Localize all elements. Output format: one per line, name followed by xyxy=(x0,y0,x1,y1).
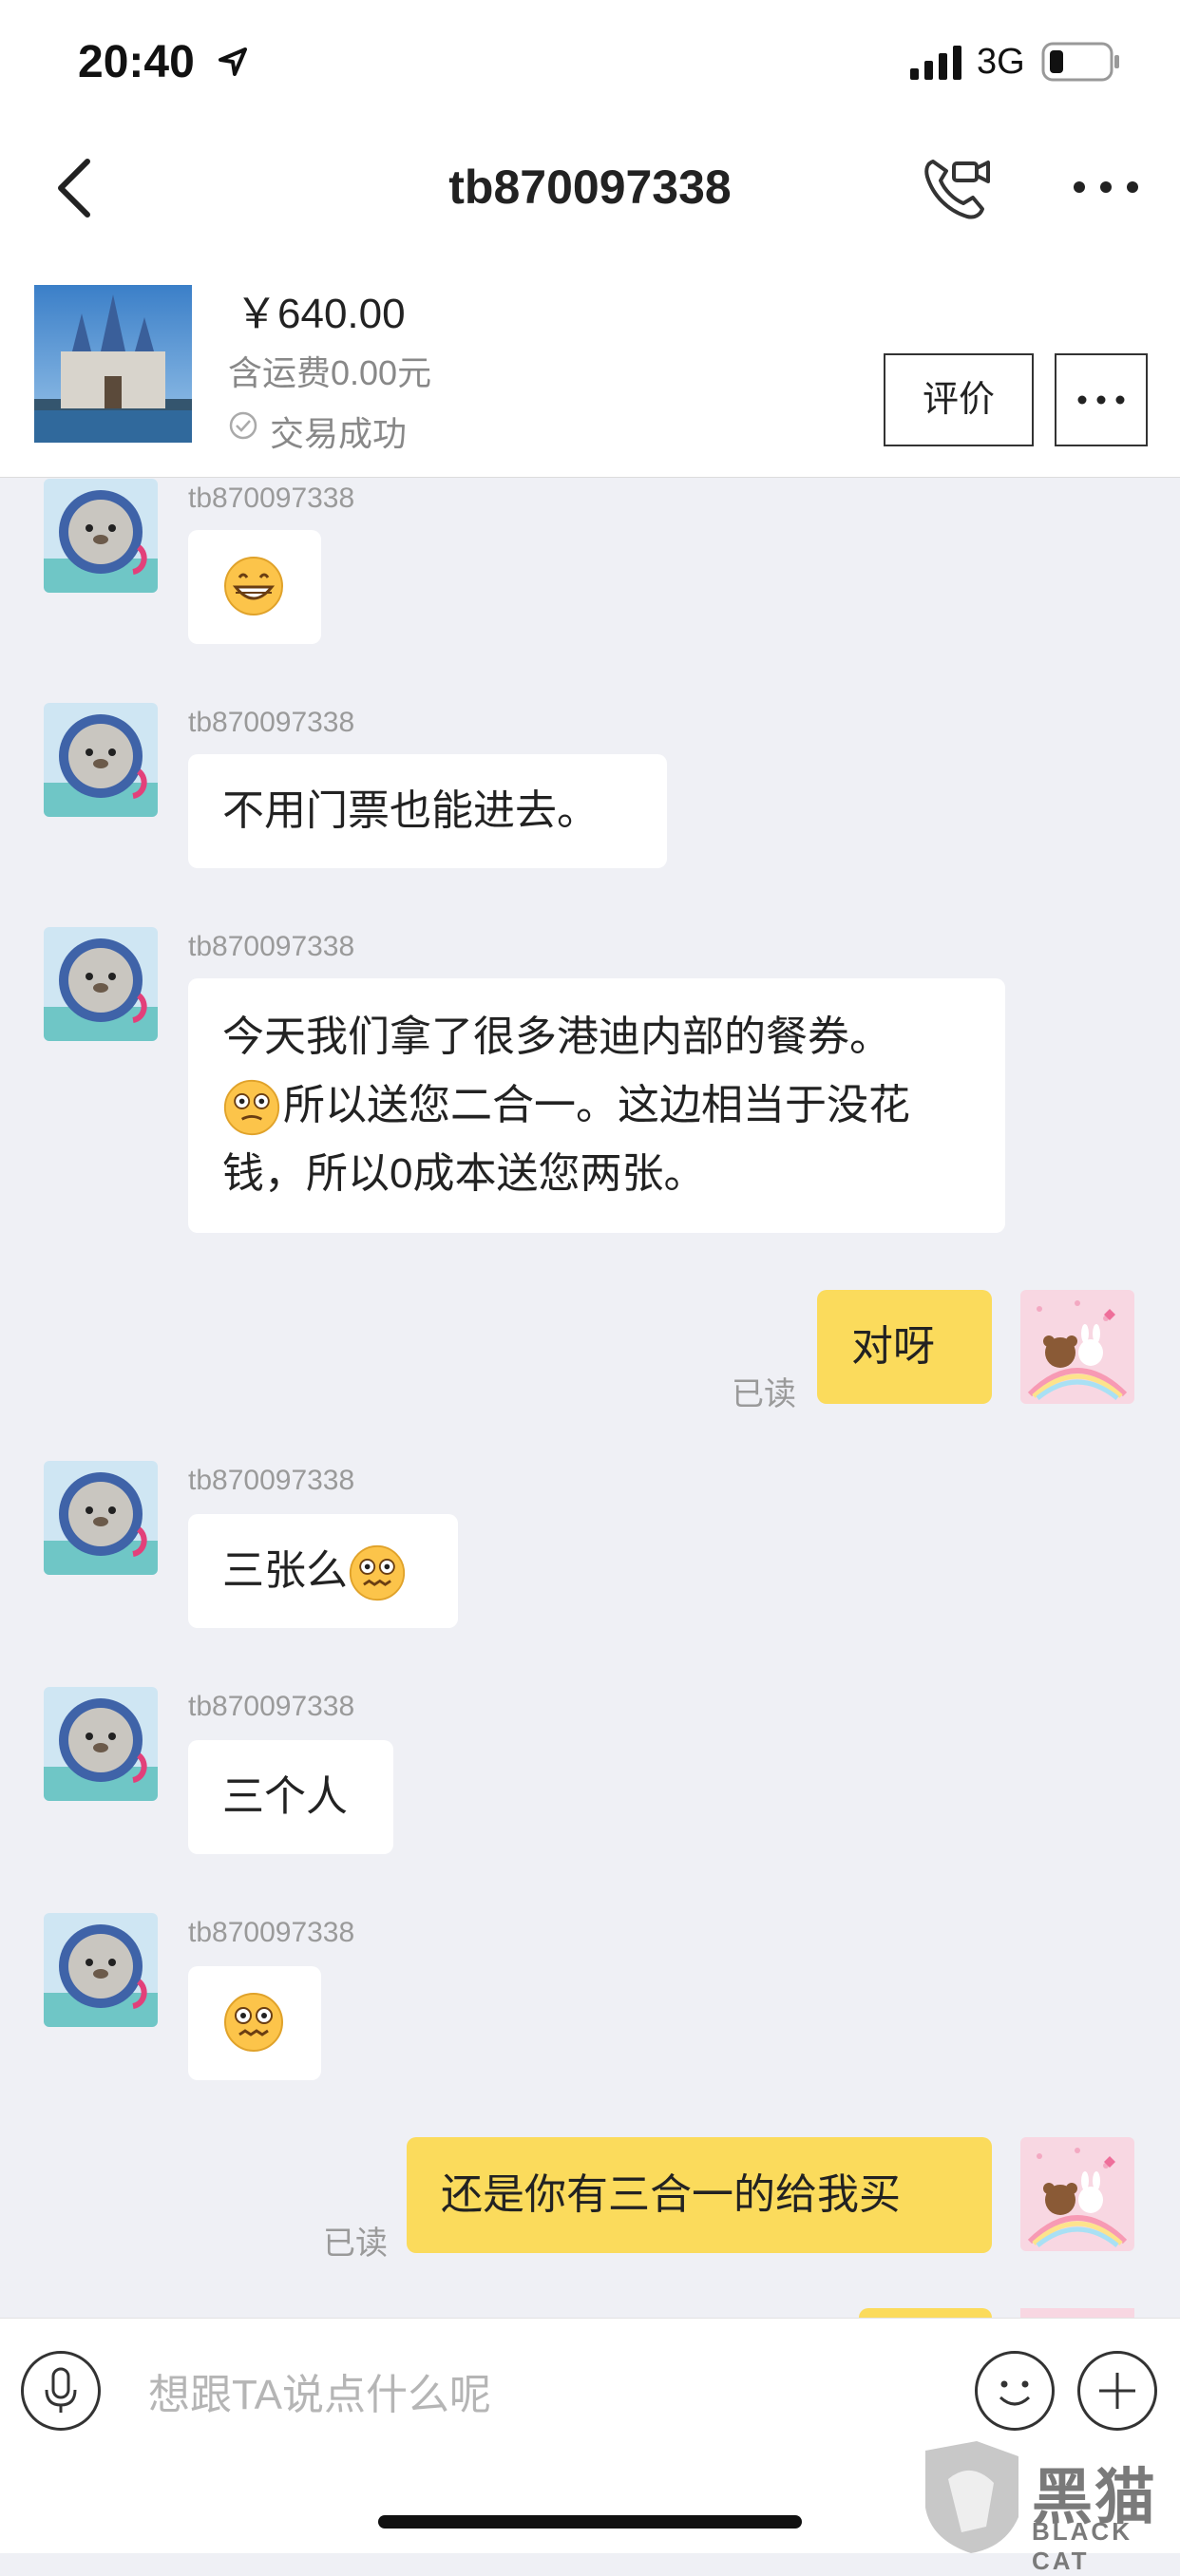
sender-name: tb870097338 xyxy=(188,1917,355,1948)
bear-rabbit-avatar-icon xyxy=(1020,2137,1134,2251)
more-options-icon[interactable] xyxy=(1068,163,1144,211)
sender-name: tb870097338 xyxy=(188,1691,355,1722)
battery-icon xyxy=(1041,42,1119,82)
grinning-emoji-icon xyxy=(224,557,283,616)
message-bubble-text[interactable]: 今天我们拿了很多港迪内部的餐券。 所以送您二合一。这边相当于没花 钱，所以0成本… xyxy=(188,978,1005,1233)
seller-avatar[interactable] xyxy=(44,1687,158,1801)
message-line-text: 所以送您二合一。这边相当于没花 xyxy=(283,1082,910,1128)
message-bubble-emoji[interactable] xyxy=(188,1966,321,2080)
my-message-bubble[interactable]: 对呀 xyxy=(817,1290,992,1404)
order-shipping-fee: 含运费0.00元 xyxy=(228,353,432,392)
smiley-icon xyxy=(999,2380,1031,2406)
location-arrow-icon xyxy=(219,47,247,76)
sender-name: tb870097338 xyxy=(188,1465,355,1496)
seal-avatar-icon xyxy=(44,1461,158,1575)
message-bubble-text[interactable]: 不用门票也能进去。 xyxy=(188,754,667,868)
status-time: 20:40 xyxy=(78,37,195,87)
seal-avatar-icon xyxy=(44,1687,158,1801)
nav-bar: tb870097338 xyxy=(0,125,1180,251)
seal-avatar-icon xyxy=(44,703,158,817)
message-line: 所以送您二合一。这边相当于没花 xyxy=(222,1071,971,1140)
signal-icon xyxy=(910,46,961,80)
message-bubble-text[interactable]: 三个人 xyxy=(188,1740,393,1854)
message-bubble-text[interactable]: 三张么 xyxy=(188,1514,458,1628)
seal-avatar-icon xyxy=(44,927,158,1041)
message-bubble-emoji[interactable] xyxy=(188,530,321,644)
more-actions-button[interactable] xyxy=(1077,2351,1157,2431)
my-avatar[interactable] xyxy=(1020,2137,1134,2251)
seller-avatar[interactable] xyxy=(44,703,158,817)
product-thumbnail-castle[interactable] xyxy=(34,285,192,443)
dazed-emoji-icon xyxy=(223,1080,280,1136)
bear-rabbit-avatar-icon xyxy=(1020,1290,1134,1404)
read-receipt: 已读 xyxy=(732,1376,796,1412)
sender-name: tb870097338 xyxy=(188,483,355,514)
message-line: 钱，所以0成本送您两张。 xyxy=(222,1150,706,1197)
phone-video-call-icon[interactable] xyxy=(920,152,992,224)
read-receipt: 已读 xyxy=(323,2226,388,2262)
plus-icon xyxy=(1099,2373,1135,2409)
seller-avatar[interactable] xyxy=(44,479,158,593)
voice-input-button[interactable] xyxy=(21,2351,101,2431)
order-status: 交易成功 xyxy=(270,414,408,453)
watermark-subtext: BLACK CAT xyxy=(1032,2517,1132,2575)
message-line: 今天我们拿了很多港迪内部的餐券。 xyxy=(222,1013,891,1060)
my-avatar[interactable] xyxy=(1020,1290,1134,1404)
more-dots-icon xyxy=(1077,395,1125,405)
check-circle-icon xyxy=(229,411,257,440)
home-indicator[interactable] xyxy=(378,2515,802,2529)
order-price: ￥640.00 xyxy=(236,291,406,337)
nervous-emoji-icon xyxy=(349,1545,406,1601)
rate-button[interactable]: 评价 xyxy=(884,353,1034,446)
seller-avatar[interactable] xyxy=(44,1461,158,1575)
order-card[interactable]: ￥640.00 含运费0.00元 交易成功 评价 xyxy=(0,251,1180,478)
seller-avatar[interactable] xyxy=(44,927,158,1041)
chat-title: tb870097338 xyxy=(448,161,732,214)
emoji-picker-button[interactable] xyxy=(975,2351,1055,2431)
input-bar: 想跟TA说点什么呢 xyxy=(0,2318,1180,2461)
status-bar: 20:40 3G xyxy=(0,0,1180,125)
nervous-emoji-icon xyxy=(224,1993,283,2052)
sender-name: tb870097338 xyxy=(188,931,355,962)
order-more-button[interactable] xyxy=(1055,353,1148,446)
message-input[interactable]: 想跟TA说点什么呢 xyxy=(148,2360,491,2421)
microphone-icon xyxy=(45,2367,77,2413)
network-type: 3G xyxy=(977,42,1025,82)
seller-avatar[interactable] xyxy=(44,1913,158,2027)
seal-avatar-icon xyxy=(44,479,158,593)
sender-name: tb870097338 xyxy=(188,707,355,738)
my-message-bubble[interactable]: 还是你有三合一的给我买 xyxy=(407,2137,992,2253)
seal-avatar-icon xyxy=(44,1913,158,2027)
message-text: 三张么 xyxy=(222,1547,348,1594)
